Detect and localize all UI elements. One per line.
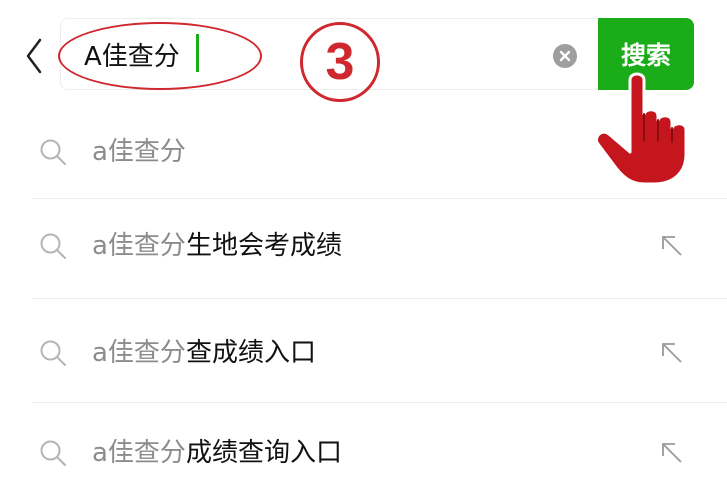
suggestion-match: a佳查分 — [92, 338, 186, 368]
search-icon — [40, 139, 66, 165]
suggestion-text: a佳查分生地会考成绩 — [92, 233, 342, 259]
clear-x-icon — [559, 50, 571, 62]
search-icon — [40, 233, 66, 259]
suggestion-item[interactable]: a佳查分 — [0, 104, 727, 200]
clear-icon[interactable] — [553, 44, 577, 68]
step-number: 3 — [325, 33, 355, 91]
suggestion-match: a佳查分 — [92, 137, 186, 167]
suggestion-text: a佳查分成绩查询入口 — [92, 440, 342, 466]
arrow-up-left-icon[interactable] — [659, 233, 685, 259]
suggestion-rest: 生地会考成绩 — [185, 231, 342, 261]
suggestion-rest: 成绩查询入口 — [185, 438, 342, 468]
divider — [32, 298, 727, 299]
suggestion-match: a佳查分 — [92, 231, 186, 261]
suggestion-match: a佳查分 — [92, 438, 186, 468]
suggestion-item[interactable]: a佳查分生地会考成绩 — [0, 198, 727, 294]
divider — [32, 402, 727, 403]
back-chevron-icon[interactable] — [22, 36, 46, 76]
step-number-badge: 3 — [300, 22, 380, 102]
suggestion-text: a佳查分查成绩入口 — [92, 340, 316, 366]
arrow-up-left-icon[interactable] — [659, 440, 685, 466]
search-bar: 3 搜索 — [0, 0, 727, 186]
text-caret — [196, 34, 199, 72]
suggestion-text: a佳查分 — [92, 139, 186, 165]
arrow-up-left-icon[interactable] — [659, 340, 685, 366]
suggestion-item[interactable]: a佳查分成绩查询入口 — [0, 405, 727, 484]
suggestion-rest: 查成绩入口 — [185, 338, 316, 368]
suggestion-item[interactable]: a佳查分查成绩入口 — [0, 305, 727, 401]
search-icon — [40, 440, 66, 466]
search-icon — [40, 340, 66, 366]
search-screen: 3 搜索 a佳查分 a佳查分生地会考成绩 — [0, 0, 727, 484]
